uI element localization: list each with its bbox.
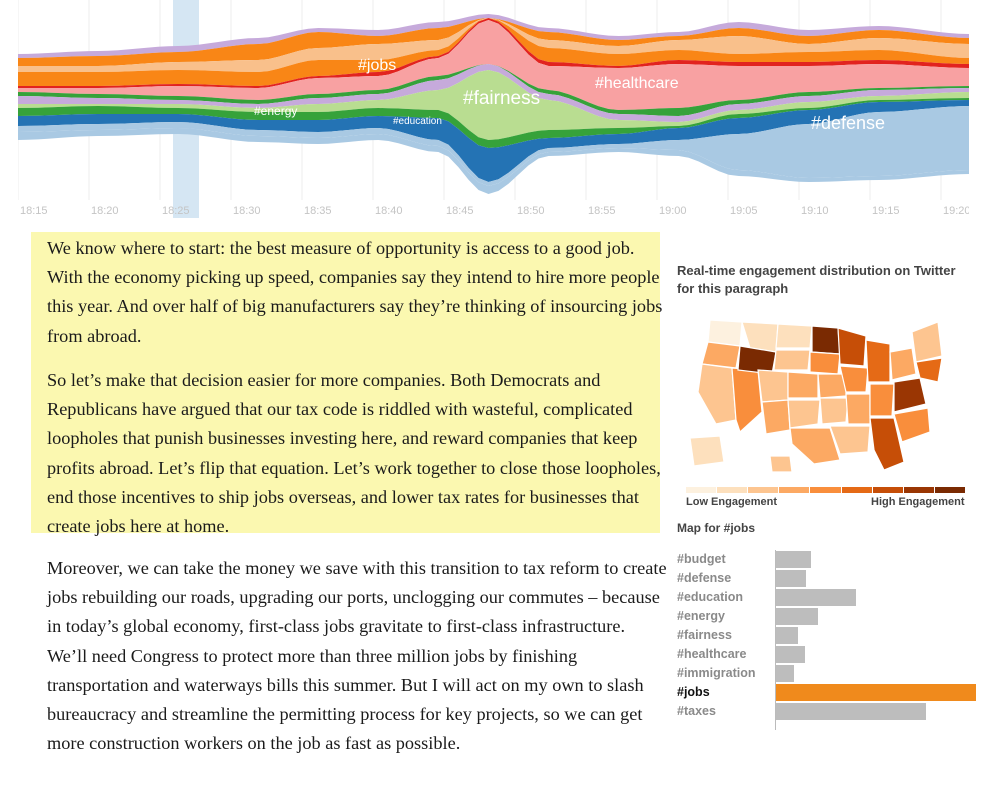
time-tick-label: 18:40 (375, 205, 403, 217)
time-tick-label: 18:20 (91, 205, 119, 217)
map-state[interactable] (775, 323, 813, 349)
bar-taxes[interactable] (776, 703, 926, 720)
bar-label: #immigration (677, 666, 756, 680)
bar-row[interactable]: #budget (677, 550, 987, 569)
time-tick-label: 19:05 (730, 205, 758, 217)
streamgraph-svg: #jobs #energy #education #fairness #healthca… (18, 0, 969, 218)
scale-swatch (810, 487, 842, 493)
map-state[interactable] (837, 327, 867, 367)
map-state[interactable] (787, 371, 819, 399)
map-state[interactable] (689, 435, 725, 467)
bar-row[interactable]: #defense (677, 569, 987, 588)
bar-defense[interactable] (776, 570, 806, 587)
stream-label-defense: #defense (811, 113, 885, 133)
bar-row[interactable]: #education (677, 588, 987, 607)
map-state[interactable] (893, 407, 931, 443)
engagement-color-scale (686, 487, 966, 493)
time-tick-label: 19:15 (872, 205, 900, 217)
bar-label: #jobs (677, 685, 710, 699)
high-engagement-label: High Engagement (871, 496, 965, 508)
stream-label-energy: #energy (254, 104, 297, 118)
bar-row[interactable]: #taxes (677, 702, 987, 721)
time-tick-label: 18:30 (233, 205, 261, 217)
time-axis: 18:15 18:20 18:25 18:30 18:35 18:40 18:45 18:50… (20, 205, 969, 217)
low-engagement-label: Low Engagement (686, 496, 778, 508)
scale-swatch (748, 487, 780, 493)
scale-swatch (903, 487, 935, 493)
map-state[interactable] (819, 397, 849, 425)
map-state[interactable] (697, 363, 737, 425)
stream-label-education: #education (393, 116, 442, 127)
map-state[interactable] (757, 369, 789, 403)
bar-label: #fairness (677, 628, 732, 642)
bar-immigration[interactable] (776, 665, 794, 682)
map-state[interactable] (911, 321, 943, 363)
bar-healthcare[interactable] (776, 646, 805, 663)
topic-bar-chart: #budget #defense #education #energy #fairnes… (677, 550, 987, 730)
scale-swatch (872, 487, 904, 493)
scale-swatch (779, 487, 811, 493)
map-state[interactable] (865, 339, 891, 383)
us-engagement-map[interactable] (680, 312, 950, 477)
speech-paragraph-2[interactable]: So let’s make that decision easier for m… (47, 366, 669, 541)
stream-label-fairness: #fairness (463, 88, 540, 109)
time-tick-label: 18:45 (446, 205, 474, 217)
speech-paragraph-3[interactable]: Moreover, we can take the money we save … (47, 554, 669, 758)
bar-jobs[interactable] (776, 684, 976, 701)
scale-swatch (841, 487, 873, 493)
time-tick-label: 19:00 (659, 205, 687, 217)
time-tick-label: 19:20 (943, 205, 969, 217)
bar-fairness[interactable] (776, 627, 798, 644)
map-state[interactable] (761, 399, 791, 435)
map-state[interactable] (893, 377, 927, 413)
map-state[interactable] (845, 393, 871, 425)
bar-energy[interactable] (776, 608, 818, 625)
map-state[interactable] (731, 367, 763, 434)
scale-swatch (686, 487, 718, 493)
map-state[interactable] (869, 383, 895, 417)
streamgraph: #jobs #energy #education #fairness #healthca… (18, 0, 969, 222)
bar-label: #taxes (677, 704, 716, 718)
bar-chart-title: Map for #jobs (677, 521, 756, 535)
map-state[interactable] (701, 341, 741, 369)
time-tick-label: 18:35 (304, 205, 332, 217)
map-state[interactable] (889, 347, 917, 381)
bar-label: #energy (677, 609, 725, 623)
map-state[interactable] (787, 399, 821, 429)
bar-label: #budget (677, 552, 726, 566)
bar-row[interactable]: #fairness (677, 626, 987, 645)
speech-paragraph-1[interactable]: We know where to start: the best measure… (47, 234, 669, 351)
bar-label: #healthcare (677, 647, 747, 661)
bar-row[interactable]: #immigration (677, 664, 987, 683)
map-state[interactable] (817, 373, 847, 399)
stream-label-healthcare: #healthcare (595, 75, 679, 92)
time-tick-label: 18:25 (162, 205, 190, 217)
time-tick-label: 18:15 (20, 205, 48, 217)
map-title: Real-time engagement distribution on Twi… (677, 263, 956, 296)
scale-swatch (717, 487, 749, 493)
time-tick-label: 19:10 (801, 205, 829, 217)
map-state[interactable] (809, 351, 841, 375)
scale-swatch (934, 487, 966, 493)
map-state[interactable] (769, 455, 793, 473)
bar-label: #education (677, 590, 743, 604)
map-state[interactable] (811, 325, 841, 355)
bar-budget[interactable] (776, 551, 811, 568)
bar-education[interactable] (776, 589, 856, 606)
time-tick-label: 18:55 (588, 205, 616, 217)
map-state[interactable] (915, 357, 943, 383)
bar-row[interactable]: #healthcare (677, 645, 987, 664)
stream-label-jobs: #jobs (358, 57, 396, 74)
bar-label: #defense (677, 571, 732, 585)
bar-row[interactable]: #jobs (677, 683, 987, 702)
time-tick-label: 18:50 (517, 205, 545, 217)
map-state[interactable] (773, 349, 811, 371)
bar-row[interactable]: #energy (677, 607, 987, 626)
